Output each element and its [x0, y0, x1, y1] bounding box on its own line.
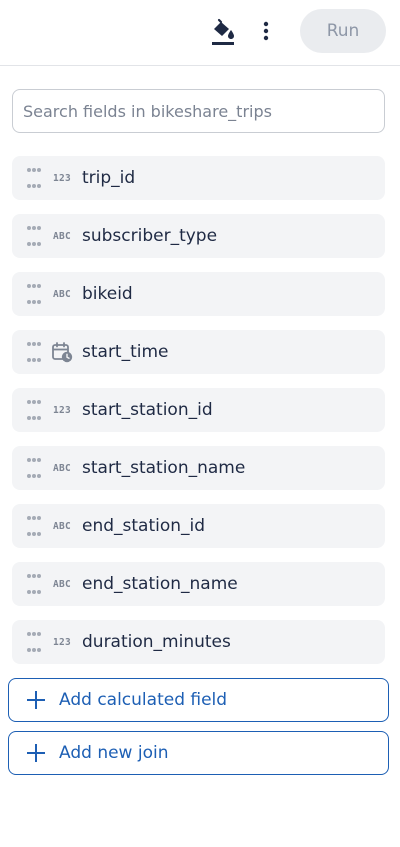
add-calculated-field-label: Add calculated field	[59, 690, 228, 710]
field-name: duration_minutes	[82, 632, 231, 652]
field-row-start-time[interactable]: start_time	[12, 330, 385, 374]
field-row-bikeid[interactable]: ABC bikeid	[12, 272, 385, 316]
text-type-icon: ABC	[52, 230, 72, 242]
field-row-end-station-name[interactable]: ABC end_station_name	[12, 562, 385, 606]
field-name: end_station_id	[82, 516, 206, 536]
drag-handle-icon[interactable]	[27, 400, 41, 420]
field-row-start-station-name[interactable]: ABC start_station_name	[12, 446, 385, 490]
field-row-end-station-id[interactable]: ABC end_station_id	[12, 504, 385, 548]
field-row-subscriber-type[interactable]: ABC subscriber_type	[12, 214, 385, 258]
drag-handle-icon[interactable]	[27, 168, 41, 188]
number-type-icon: 123	[52, 172, 72, 184]
toolbar: Run	[0, 0, 400, 66]
more-options-button[interactable]	[252, 14, 280, 48]
add-calculated-field-button[interactable]: Add calculated field	[8, 678, 389, 722]
text-type-icon: ABC	[52, 520, 72, 532]
field-name: end_station_name	[82, 574, 238, 594]
field-name: start_time	[82, 342, 169, 362]
text-type-icon: ABC	[52, 288, 72, 300]
field-name: bikeid	[82, 284, 133, 304]
field-name: trip_id	[82, 168, 136, 188]
more-vertical-icon	[263, 21, 269, 41]
text-type-icon: ABC	[52, 462, 72, 474]
drag-handle-icon[interactable]	[27, 342, 41, 362]
number-type-icon: 123	[52, 636, 72, 648]
field-row-duration-minutes[interactable]: 123 duration_minutes	[12, 620, 385, 664]
drag-handle-icon[interactable]	[27, 226, 41, 246]
number-type-icon: 123	[52, 404, 72, 416]
plus-icon	[27, 691, 45, 709]
drag-handle-icon[interactable]	[27, 516, 41, 536]
add-new-join-button[interactable]: Add new join	[8, 731, 389, 775]
search-input[interactable]	[12, 89, 385, 133]
field-name: subscriber_type	[82, 226, 218, 246]
drag-handle-icon[interactable]	[27, 284, 41, 304]
drag-handle-icon[interactable]	[27, 632, 41, 652]
field-row-trip-id[interactable]: 123 trip_id	[12, 156, 385, 200]
field-name: start_station_name	[82, 458, 246, 478]
drag-handle-icon[interactable]	[27, 458, 41, 478]
field-list: 123 trip_id ABC subscriber_type ABC bike…	[12, 156, 385, 678]
format-color-fill-icon	[212, 18, 234, 45]
field-name: start_station_id	[82, 400, 213, 420]
drag-handle-icon[interactable]	[27, 574, 41, 594]
field-row-start-station-id[interactable]: 123 start_station_id	[12, 388, 385, 432]
text-type-icon: ABC	[52, 578, 72, 590]
calendar-clock-icon	[50, 341, 74, 363]
plus-icon	[27, 744, 45, 762]
run-button[interactable]: Run	[300, 9, 386, 53]
add-new-join-label: Add new join	[59, 743, 169, 763]
format-color-fill-button[interactable]	[206, 14, 240, 48]
